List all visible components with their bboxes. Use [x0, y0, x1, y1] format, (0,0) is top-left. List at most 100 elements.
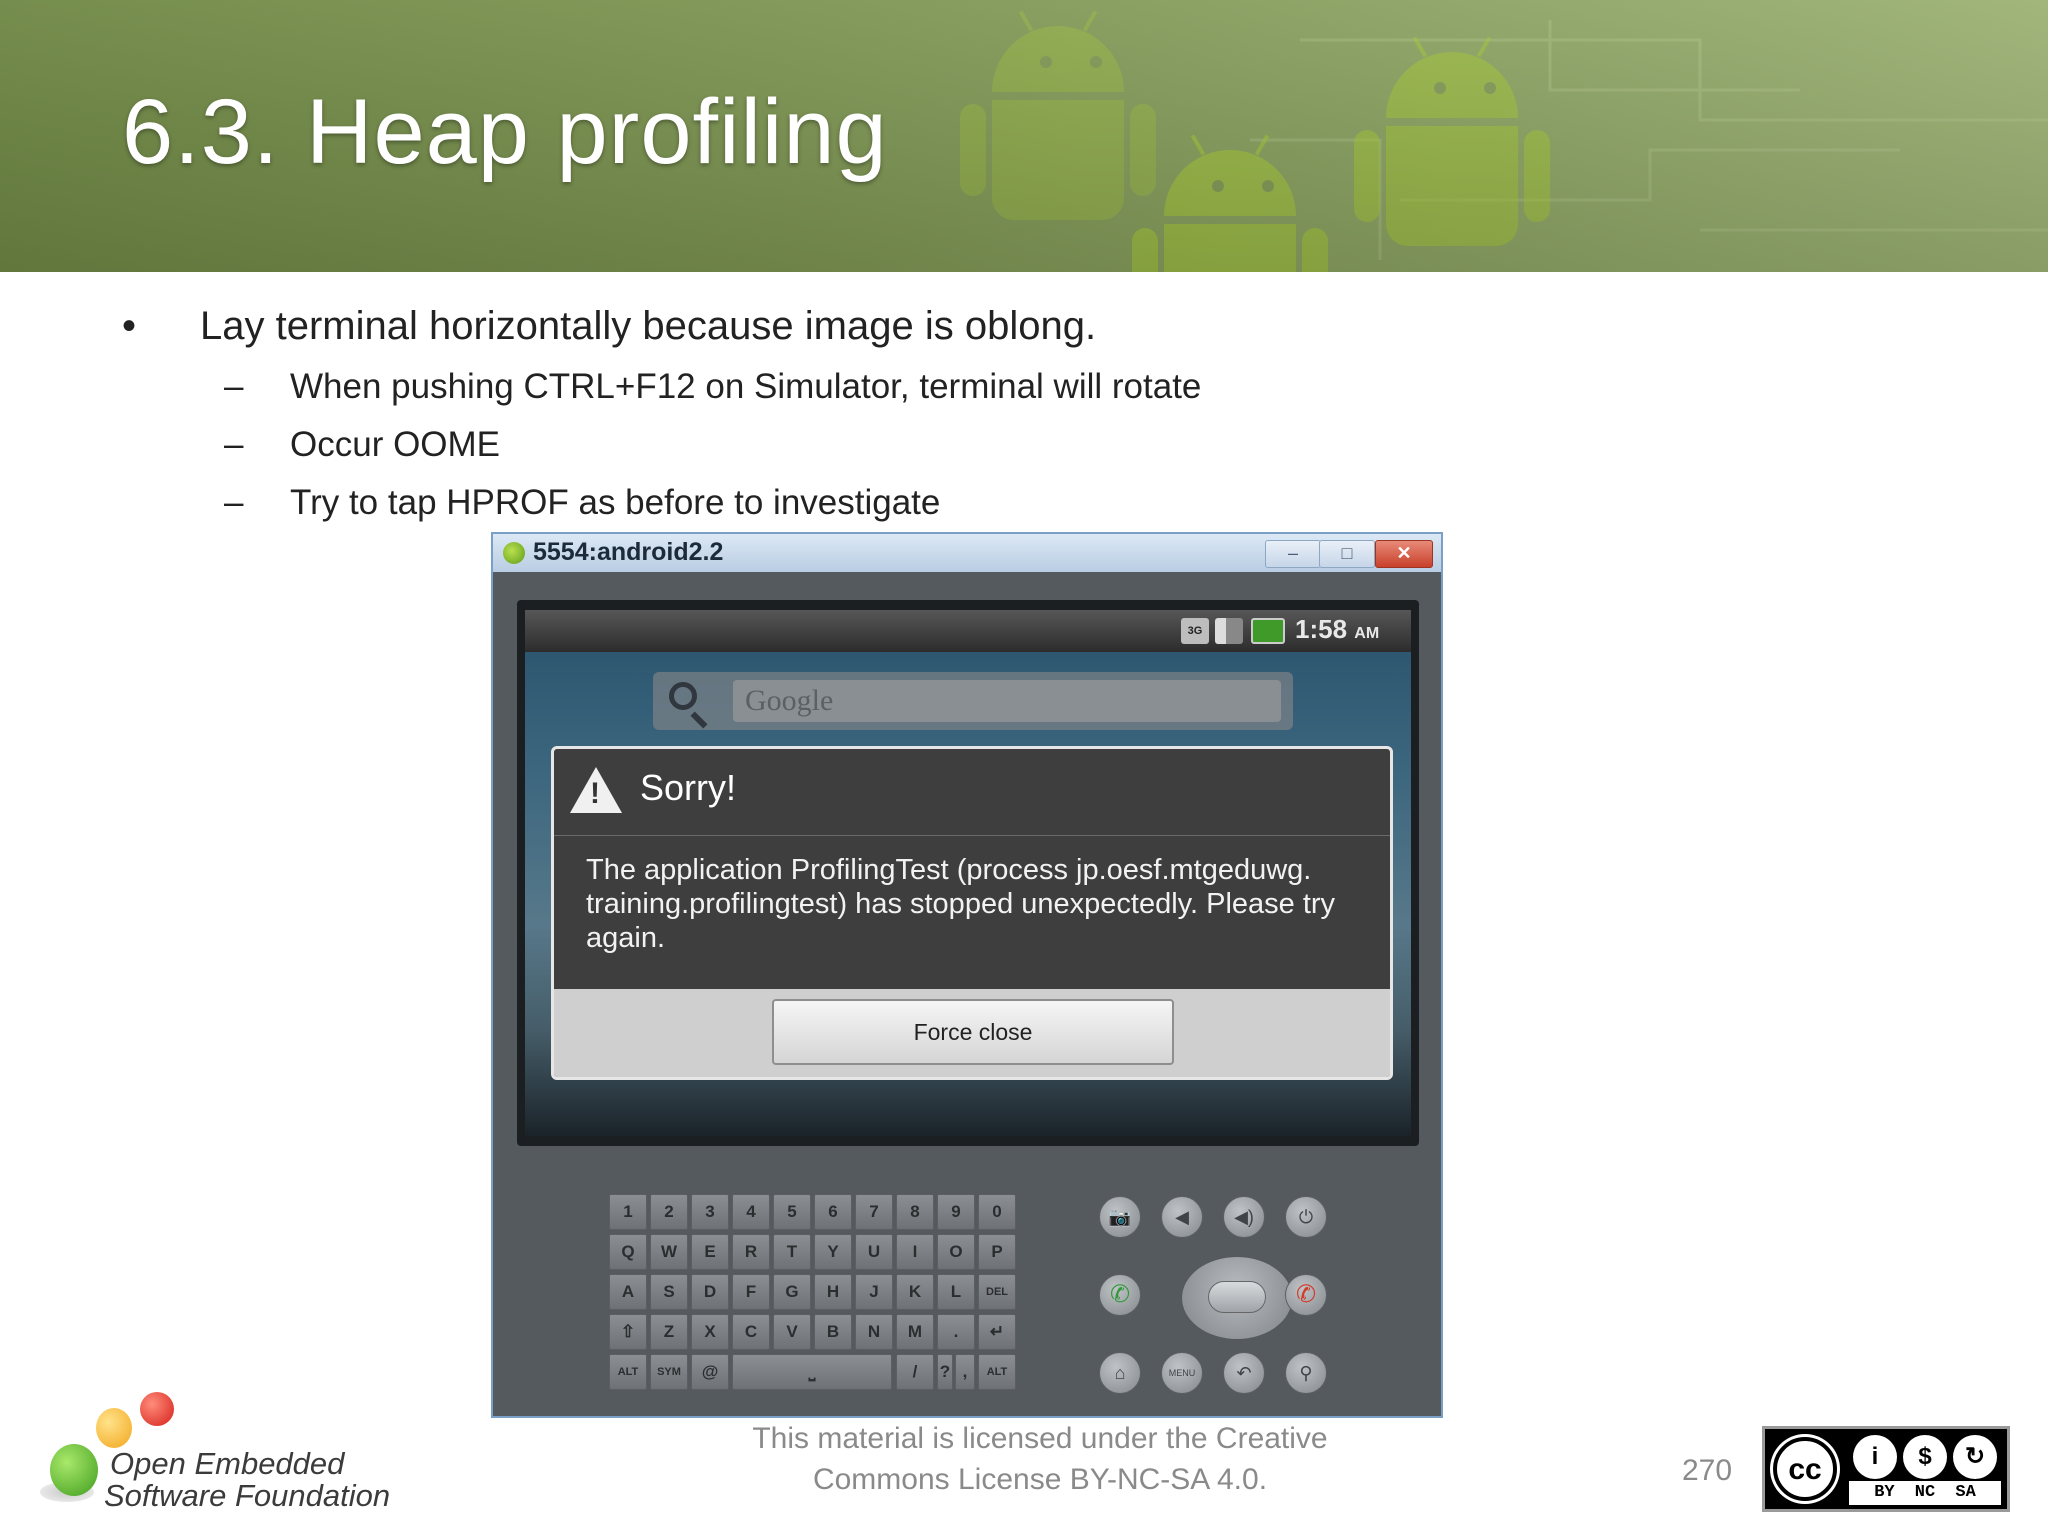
key[interactable]: X	[691, 1314, 729, 1350]
key[interactable]: B	[814, 1314, 852, 1350]
dpad[interactable]	[1181, 1256, 1293, 1340]
key[interactable]: M	[896, 1314, 934, 1350]
key[interactable]: S	[650, 1274, 688, 1310]
maximize-button[interactable]: □	[1319, 540, 1375, 568]
alt-key[interactable]: ALT	[978, 1354, 1016, 1390]
key[interactable]: U	[855, 1234, 893, 1270]
key[interactable]: .	[937, 1314, 975, 1350]
key[interactable]: L	[937, 1274, 975, 1310]
sub-bullet-marker: –	[224, 425, 244, 464]
key[interactable]: K	[896, 1274, 934, 1310]
force-close-button[interactable]: Force close	[772, 999, 1174, 1065]
key[interactable]: 1	[609, 1194, 647, 1230]
key[interactable]: ,	[955, 1354, 975, 1390]
key[interactable]: 6	[814, 1194, 852, 1230]
logo-yellow-ball	[96, 1408, 132, 1448]
cc-license-badge: cc i $ ↻ BY NC SA	[1762, 1426, 2010, 1512]
key[interactable]: Q	[609, 1234, 647, 1270]
key[interactable]: 5	[773, 1194, 811, 1230]
key[interactable]: Y	[814, 1234, 852, 1270]
clock-time: 1:58	[1295, 614, 1348, 644]
cc-icon: cc	[1773, 1437, 1837, 1501]
volume-up-icon[interactable]: ◀)	[1223, 1196, 1265, 1238]
home-icon[interactable]: ⌂	[1099, 1352, 1141, 1394]
warning-icon	[570, 767, 622, 813]
key[interactable]: D	[691, 1274, 729, 1310]
key[interactable]: G	[773, 1274, 811, 1310]
camera-icon[interactable]: 📷	[1099, 1196, 1141, 1238]
call-button[interactable]: ✆	[1099, 1274, 1141, 1316]
clock-ampm: AM	[1354, 625, 1380, 642]
key[interactable]: 2	[650, 1194, 688, 1230]
key[interactable]: H	[814, 1274, 852, 1310]
noncommercial-icon: $	[1903, 1435, 1947, 1479]
license-line2: Commons License BY-NC-SA 4.0.	[812, 1463, 1268, 1496]
slide-title: 6.3. Heap profiling	[122, 81, 888, 183]
key[interactable]: O	[937, 1234, 975, 1270]
key[interactable]: E	[691, 1234, 729, 1270]
key[interactable]: T	[773, 1234, 811, 1270]
logo-red-ball	[140, 1392, 174, 1426]
menu-button[interactable]: MENU	[1161, 1352, 1203, 1394]
volume-down-icon[interactable]: ◀	[1161, 1196, 1203, 1238]
logo-green-ball	[50, 1444, 98, 1496]
key[interactable]: I	[896, 1234, 934, 1270]
logo-text-line2: Software Foundation	[104, 1478, 391, 1513]
android-app-icon	[503, 542, 525, 564]
cc-nc-label: NC	[1914, 1483, 1936, 1502]
dialog-title: Sorry!	[640, 767, 737, 808]
key[interactable]: 3	[691, 1194, 729, 1230]
key[interactable]: R	[732, 1234, 770, 1270]
key[interactable]: @	[691, 1354, 729, 1390]
dpad-center-button[interactable]	[1208, 1281, 1266, 1313]
key[interactable]: A	[609, 1274, 647, 1310]
cc-terms-strip: BY NC SA	[1849, 1481, 2001, 1505]
end-call-button[interactable]: ✆	[1285, 1274, 1327, 1316]
dialog-header: Sorry!	[554, 749, 1390, 836]
key[interactable]: 4	[732, 1194, 770, 1230]
key[interactable]: Z	[650, 1314, 688, 1350]
logo-text-line1: Open Embedded	[110, 1446, 345, 1481]
back-icon[interactable]: ↶	[1223, 1352, 1265, 1394]
sym-key[interactable]: SYM	[650, 1354, 688, 1390]
device-screen-frame: 3G 1:58 AM Google Sorry! The application…	[517, 600, 1419, 1146]
sub-bullet-text: When pushing CTRL+F12 on Simulator, term…	[290, 367, 1202, 406]
search-button-icon[interactable]: ⚲	[1285, 1352, 1327, 1394]
sharealike-icon: ↻	[1953, 1435, 1997, 1479]
enter-key[interactable]: ↵	[978, 1314, 1016, 1350]
shift-key[interactable]: ⇧	[609, 1314, 647, 1350]
status-clock: 1:58 AM	[1295, 614, 1379, 645]
key[interactable]: 8	[896, 1194, 934, 1230]
window-title: 5554:android2.2	[533, 538, 724, 566]
key[interactable]: 7	[855, 1194, 893, 1230]
signal-icon	[1215, 618, 1243, 644]
attribution-icon: i	[1853, 1435, 1897, 1479]
key[interactable]: ?	[937, 1354, 953, 1390]
license-text: This material is licensed under the Crea…	[700, 1418, 1380, 1500]
cc-by-label: BY	[1874, 1483, 1895, 1502]
key[interactable]: /	[896, 1354, 934, 1390]
key[interactable]: V	[773, 1314, 811, 1350]
slide-header: 6.3. Heap profiling	[0, 0, 2048, 272]
space-key[interactable]: ⎵	[732, 1354, 892, 1390]
close-button[interactable]: ✕	[1375, 540, 1433, 568]
delete-key[interactable]: DEL	[978, 1274, 1016, 1310]
minimize-button[interactable]: –	[1265, 540, 1321, 568]
key[interactable]: P	[978, 1234, 1016, 1270]
power-icon[interactable]: ⏻	[1285, 1196, 1327, 1238]
sub-bullet-text: Occur OOME	[290, 425, 501, 464]
key[interactable]: C	[732, 1314, 770, 1350]
key[interactable]: F	[732, 1274, 770, 1310]
key[interactable]: W	[650, 1234, 688, 1270]
key[interactable]: 9	[937, 1194, 975, 1230]
status-bar: 3G 1:58 AM	[525, 610, 1411, 652]
device-screen[interactable]: 3G 1:58 AM Google Sorry! The application…	[525, 610, 1411, 1136]
key[interactable]: 0	[978, 1194, 1016, 1230]
alt-key[interactable]: ALT	[609, 1354, 647, 1390]
key[interactable]: J	[855, 1274, 893, 1310]
sub-bullet-marker: –	[224, 367, 244, 406]
emulator-keyboard: 1 2 3 4 5 6 7 8 9 0 Q W E R T Y U I O P …	[609, 1194, 1021, 1390]
window-titlebar[interactable]: 5554:android2.2 – □ ✕	[493, 534, 1441, 572]
key[interactable]: N	[855, 1314, 893, 1350]
dialog-footer: Force close	[554, 989, 1390, 1077]
